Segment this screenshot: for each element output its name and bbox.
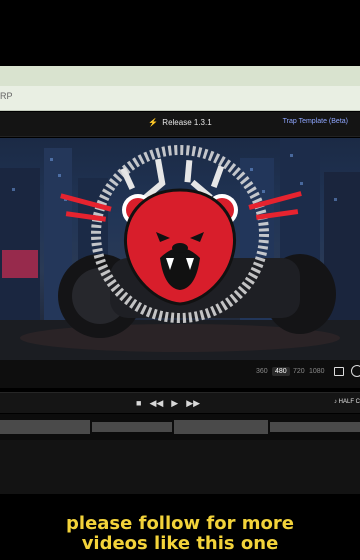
- video-frame: [0, 138, 360, 360]
- resolution-480[interactable]: 480: [272, 367, 290, 376]
- player-controls: 360 480 720 1080: [0, 360, 360, 388]
- rewind-button[interactable]: ◀◀: [149, 399, 163, 408]
- app-header: ⚡ Release 1.3.1 Trap Template (Beta): [0, 112, 360, 137]
- browser-address-bar[interactable]: RP: [0, 86, 360, 111]
- fast-forward-button[interactable]: ▶▶: [186, 399, 200, 408]
- globe-icon[interactable]: [351, 365, 360, 377]
- resolution-1080[interactable]: 1080: [309, 368, 325, 375]
- video-preview[interactable]: [0, 138, 360, 360]
- timeline-area[interactable]: [0, 440, 360, 494]
- browser-tab-strip: [0, 66, 360, 86]
- half-label: HALF C: [338, 399, 360, 405]
- caption-overlay: please follow for more videos like this …: [0, 514, 360, 554]
- resolution-360[interactable]: 360: [256, 368, 268, 375]
- url-text: RP: [0, 91, 13, 101]
- caption-line-2: videos like this one: [81, 533, 279, 554]
- release-label: Release 1.3.1: [162, 118, 212, 127]
- half-tempo-toggle[interactable]: ♪ HALF C: [334, 399, 360, 405]
- timeline-header: ■ ◀◀ ▶ ▶▶ ♪ HALF C: [0, 392, 360, 413]
- resolution-720[interactable]: 720: [293, 368, 305, 375]
- audio-track[interactable]: [0, 414, 360, 440]
- aspect-icon[interactable]: [334, 367, 344, 376]
- bolt-icon: ⚡: [148, 118, 159, 127]
- caption-line-1: please follow for more: [66, 513, 294, 534]
- play-button[interactable]: ▶: [171, 399, 178, 408]
- waveform: [0, 420, 360, 434]
- template-link[interactable]: Trap Template (Beta): [283, 118, 348, 125]
- transport-controls: ■ ◀◀ ▶ ▶▶: [136, 399, 200, 408]
- stop-button[interactable]: ■: [136, 399, 141, 408]
